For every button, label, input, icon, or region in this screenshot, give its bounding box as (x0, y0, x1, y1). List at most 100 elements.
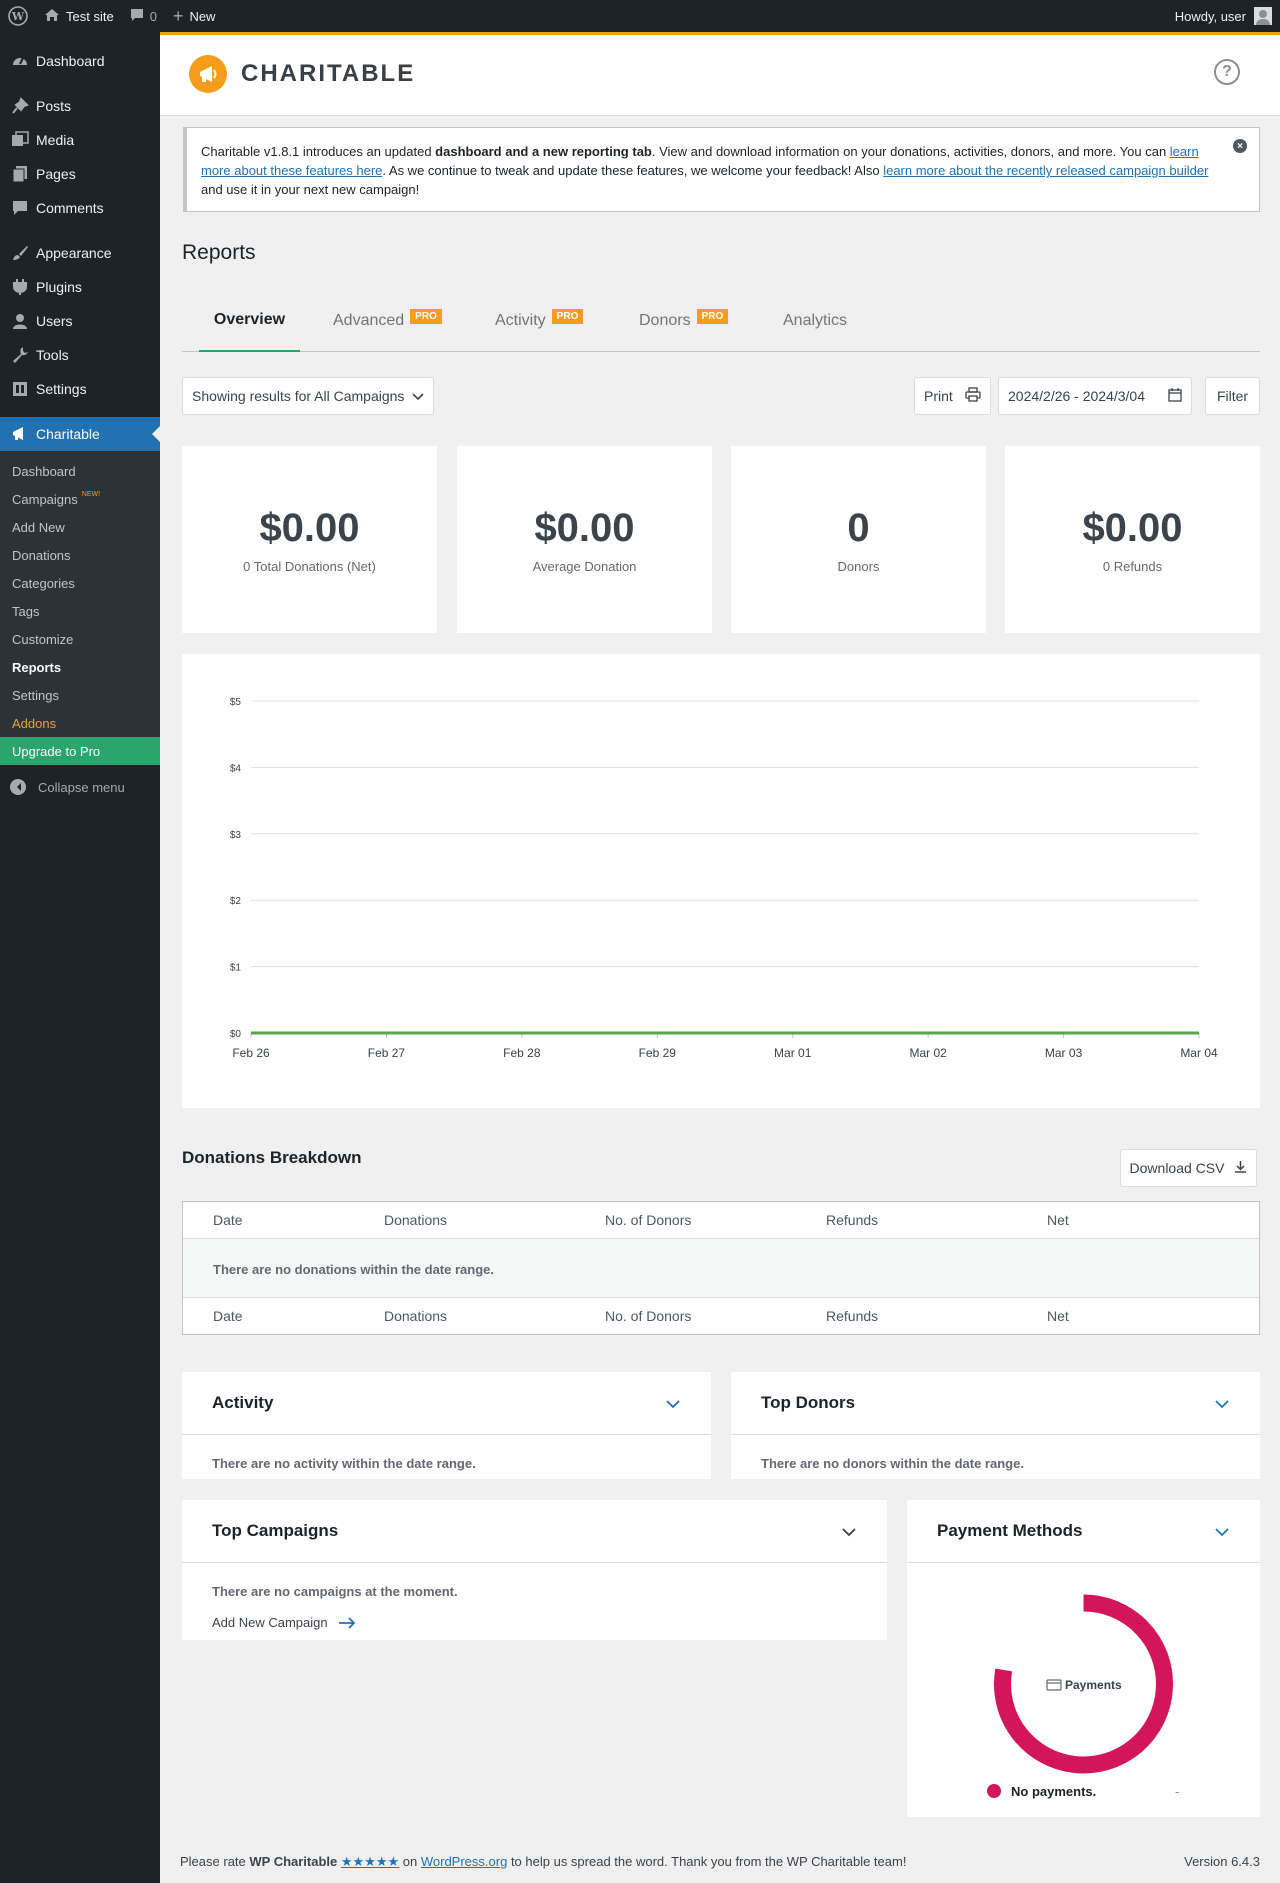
sidebar-item-comments[interactable]: Comments (0, 191, 160, 225)
charitable-submenu: Dashboard Campaigns NEW! Add New Donation… (0, 451, 160, 765)
wordpress-logo-icon[interactable]: W (0, 0, 36, 32)
x-tick-label: Mar 04 (1180, 1046, 1218, 1060)
stat-card-donors: 0 Donors (731, 446, 986, 633)
stat-card-refunds: $0.00 0 Refunds (1005, 446, 1260, 633)
column-header: Donations (384, 1212, 448, 1228)
submenu-customize[interactable]: Customize (0, 625, 160, 653)
collapse-menu-button[interactable]: Collapse menu (0, 769, 160, 805)
account-menu[interactable]: Howdy, user (1167, 0, 1280, 32)
dismiss-notice-icon[interactable]: × (1233, 139, 1247, 153)
users-icon (10, 311, 30, 331)
brand-name: CHARITABLE (241, 60, 416, 87)
y-tick-label: $1 (230, 963, 242, 974)
sidebar-item-plugins[interactable]: Plugins (0, 270, 160, 304)
plugin-icon (10, 277, 30, 297)
submenu-campaigns[interactable]: Campaigns NEW! (0, 485, 160, 513)
widget-empty-message: There are no activity within the date ra… (212, 1456, 476, 1471)
new-content-link[interactable]: + New (165, 0, 224, 32)
howdy-text: Howdy, user (1174, 8, 1246, 24)
rating-stars-link[interactable]: ★★★★★ (341, 1854, 399, 1869)
submenu-dashboard[interactable]: Dashboard (0, 457, 160, 485)
stat-label: Average Donation (532, 559, 637, 574)
sidebar-item-users[interactable]: Users (0, 304, 160, 338)
svg-text:W: W (11, 10, 25, 23)
tab-overview[interactable]: Overview (199, 290, 300, 352)
printer-icon (965, 387, 981, 405)
download-csv-button[interactable]: Download CSV (1120, 1149, 1257, 1187)
campaign-select[interactable]: Showing results for All Campaigns (182, 377, 434, 415)
credit-card-icon (1046, 1679, 1062, 1691)
chevron-down-icon[interactable] (841, 1524, 857, 1540)
site-name-link[interactable]: Test site (36, 0, 122, 32)
widget-empty-message: There are no donors within the date rang… (761, 1456, 1024, 1471)
x-tick-label: Feb 29 (639, 1046, 677, 1060)
legend-value: - (1175, 1784, 1179, 1799)
site-name: Test site (66, 8, 114, 24)
y-tick-label: $2 (230, 896, 242, 907)
chevron-down-icon[interactable] (1214, 1524, 1230, 1540)
y-tick-label: $4 (230, 763, 242, 774)
sidebar-item-dashboard[interactable]: Dashboard (0, 44, 160, 78)
widget-title: Top Campaigns (212, 1521, 339, 1540)
submenu-upgrade-to-pro[interactable]: Upgrade to Pro (0, 737, 160, 765)
donations-chart: $0 $1 $2 $3 $4 $5 Feb 26 Feb 27 Feb 28 Feb 29 Mar … (182, 654, 1260, 1108)
campaign-builder-link[interactable]: learn more about the recently released c… (883, 163, 1208, 178)
tab-donors[interactable]: Donors PRO (639, 290, 729, 352)
column-footer: Donations (384, 1308, 448, 1324)
calendar-icon (1168, 387, 1182, 405)
x-tick-label: Feb 26 (232, 1046, 270, 1060)
top-donors-widget: Top Donors There are no donors within th… (731, 1372, 1260, 1479)
sidebar-item-settings[interactable]: Settings (0, 372, 160, 406)
add-new-campaign-link[interactable]: Add New Campaign (212, 1615, 887, 1630)
pages-icon (10, 164, 30, 184)
chevron-down-icon[interactable] (665, 1396, 681, 1412)
pro-badge: PRO (696, 308, 729, 324)
chevron-down-icon[interactable] (1214, 1396, 1230, 1412)
y-tick-label: $3 (230, 830, 242, 841)
payment-methods-widget: Payment Methods Payments No payments. - (907, 1500, 1260, 1817)
sidebar-item-charitable[interactable]: Charitable (0, 417, 160, 451)
stat-value: $0.00 (1082, 506, 1183, 550)
submenu-donations[interactable]: Donations (0, 541, 160, 569)
stat-card-total-donations: $0.00 0 Total Donations (Net) (182, 446, 437, 633)
help-icon[interactable]: ? (1214, 59, 1240, 85)
y-tick-label: $5 (230, 697, 242, 708)
sidebar-item-posts[interactable]: Posts (0, 89, 160, 123)
collapse-arrow-icon (10, 779, 26, 795)
x-tick-label: Feb 27 (368, 1046, 406, 1060)
submenu-tags[interactable]: Tags (0, 597, 160, 625)
stat-label: 0 Total Donations (Net) (243, 559, 376, 574)
tab-advanced[interactable]: Advanced PRO (333, 290, 442, 352)
submenu-add-new[interactable]: Add New (0, 513, 160, 541)
brush-icon (10, 243, 30, 263)
submenu-settings[interactable]: Settings (0, 681, 160, 709)
wordpress-org-link[interactable]: WordPress.org (421, 1854, 507, 1869)
sidebar-item-appearance[interactable]: Appearance (0, 236, 160, 270)
sidebar-item-media[interactable]: Media (0, 123, 160, 157)
activity-widget: Activity There are no activity within th… (182, 1372, 711, 1479)
charitable-brand: CHARITABLE (189, 55, 415, 93)
pin-icon (10, 96, 30, 116)
stat-card-average-donation: $0.00 Average Donation (457, 446, 712, 633)
tab-activity[interactable]: Activity PRO (495, 290, 584, 352)
filter-button[interactable]: Filter (1205, 377, 1260, 415)
submenu-reports[interactable]: Reports (0, 653, 160, 681)
settings-icon (10, 379, 30, 399)
print-button[interactable]: Print (914, 377, 991, 415)
tab-analytics[interactable]: Analytics (783, 290, 847, 352)
admin-footer: Please rate WP Charitable ★★★★★ on WordP… (180, 1854, 1260, 1869)
sidebar-item-pages[interactable]: Pages (0, 157, 160, 191)
column-header: No. of Donors (605, 1212, 692, 1228)
pro-badge: PRO (410, 308, 442, 324)
submenu-categories[interactable]: Categories (0, 569, 160, 597)
submenu-addons[interactable]: Addons (0, 709, 160, 737)
comment-bubble-icon (130, 8, 144, 25)
widget-title: Payment Methods (937, 1521, 1083, 1540)
sidebar-item-tools[interactable]: Tools (0, 338, 160, 372)
comments-link[interactable]: 0 (122, 0, 165, 32)
new-badge: NEW! (81, 490, 101, 498)
breakdown-table: Date Donations No. of Donors Refunds Net… (182, 1201, 1260, 1335)
column-footer: No. of Donors (605, 1308, 692, 1324)
date-range-picker[interactable]: 2024/2/26 - 2024/3/04 (998, 377, 1192, 415)
admin-bar: W Test site 0 + New Howdy, user (0, 0, 1280, 32)
